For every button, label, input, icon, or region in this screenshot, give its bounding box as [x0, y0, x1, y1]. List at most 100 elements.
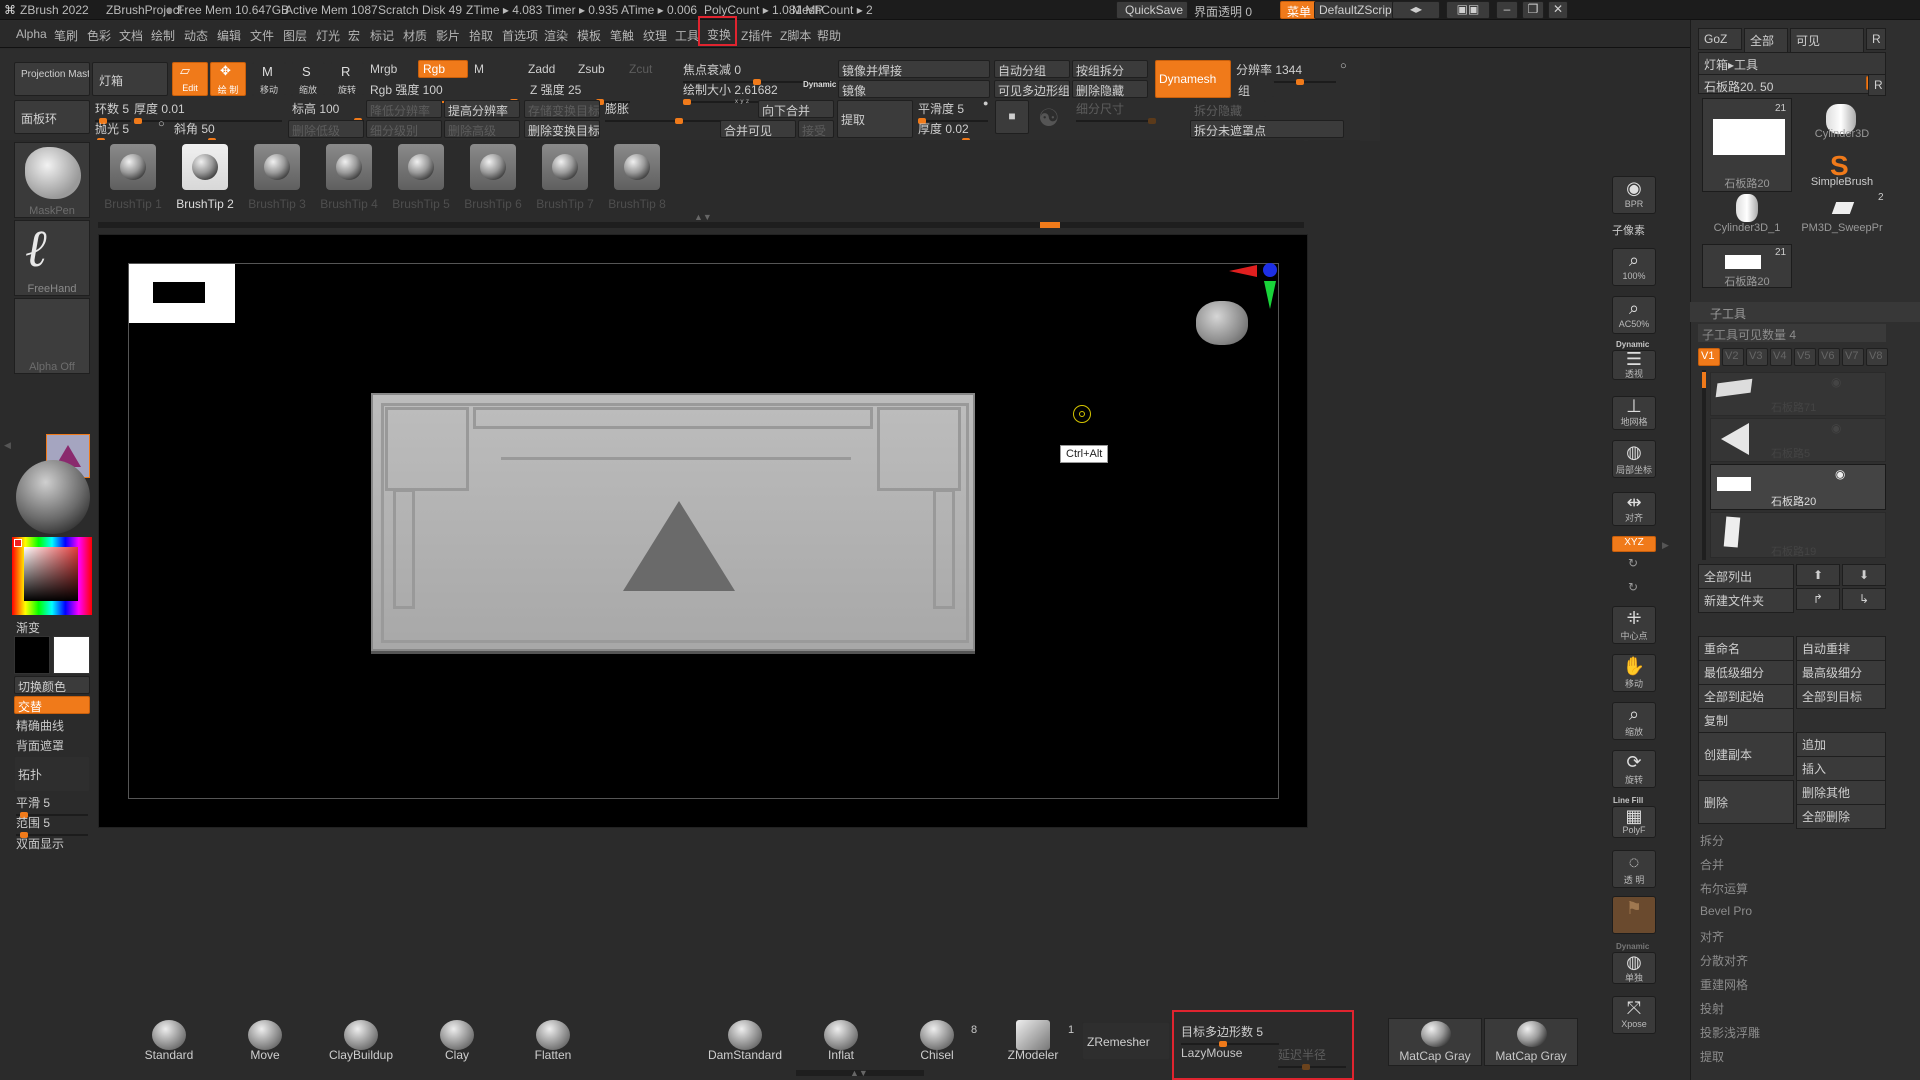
- highest-subdiv-button[interactable]: 最高级细分: [1796, 660, 1886, 685]
- rotate-z-icon[interactable]: ↻: [1628, 556, 1638, 570]
- brush-damstandard[interactable]: DamStandard: [700, 1018, 790, 1066]
- menu-movie[interactable]: 影片: [436, 27, 460, 44]
- subtool-eye-icon[interactable]: ◉: [1831, 375, 1841, 389]
- polish-slider[interactable]: 抛光 5: [95, 120, 167, 144]
- menu-zplugin[interactable]: Z插件: [741, 27, 772, 44]
- alternate-button[interactable]: 交替: [14, 696, 90, 714]
- menu-alpha[interactable]: Alpha: [16, 27, 47, 41]
- brushtip-6[interactable]: BrushTip 6: [458, 140, 528, 216]
- align-section[interactable]: 对齐: [1700, 928, 1724, 945]
- matcap-gray-1[interactable]: MatCap Gray: [1388, 1018, 1482, 1066]
- merge-visible-button[interactable]: 合并可见: [720, 120, 796, 138]
- menu-dynamics[interactable]: 动态: [184, 27, 208, 44]
- local-symmetry-button[interactable]: ◍ 局部坐标: [1612, 440, 1656, 478]
- xyz-axis-icon[interactable]: ˣ ʸ ᶻ: [735, 97, 749, 107]
- thickness2-slider[interactable]: 厚度 0.02: [918, 120, 988, 144]
- all-to-start-button[interactable]: 全部到起始: [1698, 684, 1794, 709]
- version-v8[interactable]: V8: [1866, 348, 1888, 366]
- z-intensity-slider[interactable]: Z 强度 25: [530, 81, 630, 105]
- lower-res-button[interactable]: 降低分辨率: [366, 100, 442, 118]
- brushtip-8[interactable]: BrushTip 8: [602, 140, 672, 216]
- y-axis-gizmo[interactable]: [1264, 281, 1276, 309]
- tool-thumb-cylinder3d[interactable]: Cylinder3D: [1796, 98, 1888, 158]
- subtool-item[interactable]: ◉ 石板路5: [1710, 418, 1886, 462]
- zoom-100-button[interactable]: ⌕ 100%: [1612, 248, 1656, 286]
- zremesher-button[interactable]: ZRemesher: [1082, 1022, 1170, 1060]
- current-tool-slider[interactable]: 石板路20. 50: [1698, 74, 1886, 94]
- menu-material[interactable]: 材质: [403, 27, 427, 44]
- polish-circle-icon[interactable]: ○: [158, 118, 165, 130]
- double-sided-label[interactable]: 双面显示: [16, 835, 64, 852]
- brush-move[interactable]: Move: [220, 1018, 310, 1066]
- viewport[interactable]: Ctrl+Alt: [98, 234, 1308, 828]
- gradient-label[interactable]: 渐变: [16, 619, 40, 636]
- secondary-color-swatch[interactable]: [53, 636, 90, 674]
- right-collapse-icon[interactable]: ▶: [1662, 540, 1669, 551]
- rgb-toggle[interactable]: Rgb: [418, 60, 468, 78]
- brushtip-5[interactable]: BrushTip 5: [386, 140, 456, 216]
- menu-layer[interactable]: 图层: [283, 27, 307, 44]
- dynamesh-button[interactable]: Dynamesh: [1155, 60, 1231, 98]
- lazymouse-toggle[interactable]: LazyMouse: [1181, 1046, 1242, 1060]
- goz-button[interactable]: GoZ: [1698, 28, 1742, 50]
- split-groups-button[interactable]: 按组拆分: [1072, 60, 1148, 78]
- transparency-button[interactable]: ◌ 透 明: [1612, 850, 1656, 888]
- zadd-toggle[interactable]: Zadd: [528, 62, 555, 76]
- m-toggle[interactable]: M: [474, 62, 484, 76]
- append-button[interactable]: 追加: [1796, 732, 1886, 757]
- auto-reorder-button[interactable]: 自动重排: [1796, 636, 1886, 661]
- visible-polygroup-button[interactable]: 可见多边形组: [994, 80, 1070, 98]
- delete-morph-button[interactable]: 删除变换目标: [524, 120, 600, 138]
- perspective-button[interactable]: ☰ 透视: [1612, 350, 1656, 380]
- subtool-scroll-thumb[interactable]: [1702, 372, 1706, 388]
- brushtip-3[interactable]: BrushTip 3: [242, 140, 312, 216]
- project-section[interactable]: 投射: [1700, 1000, 1724, 1017]
- lightbox-button[interactable]: 灯箱: [92, 62, 168, 96]
- interface-transparency-slider[interactable]: 界面透明 0: [1194, 3, 1252, 20]
- subtool-item[interactable]: 石板路19: [1710, 512, 1886, 558]
- freehand-stroke-button[interactable]: ℓ FreeHand: [14, 219, 90, 296]
- rotate-view-button[interactable]: ⟳ 旋转: [1612, 750, 1656, 788]
- target-polycount-slider[interactable]: 目标多边形数 5: [1181, 1023, 1279, 1047]
- menu-file[interactable]: 文件: [250, 27, 274, 44]
- new-folder-button[interactable]: 新建文件夹: [1698, 588, 1794, 613]
- move-up-icon[interactable]: ⬆: [1796, 564, 1840, 586]
- color-square[interactable]: [24, 547, 78, 601]
- brushtip-2[interactable]: BrushTip 2: [170, 140, 240, 216]
- menu-help[interactable]: 帮助: [817, 27, 841, 44]
- minimize-icon[interactable]: –: [1496, 1, 1518, 19]
- brush-flatten[interactable]: Flatten: [508, 1018, 598, 1066]
- topology-button[interactable]: 拓扑: [14, 756, 90, 792]
- menu-stencil[interactable]: 模板: [577, 27, 601, 44]
- menu-light[interactable]: 灯光: [316, 27, 340, 44]
- align-button[interactable]: ⇹ 对齐: [1612, 492, 1656, 526]
- close-icon[interactable]: ✕: [1548, 1, 1568, 19]
- merge-down-button[interactable]: 向下合并: [758, 100, 834, 118]
- layout-switch-icon[interactable]: ▣▣: [1446, 1, 1490, 19]
- menu-marker[interactable]: 标记: [370, 27, 394, 44]
- center-point-button[interactable]: ⁜ 中心点: [1612, 606, 1656, 644]
- delete-other-button[interactable]: 删除其他: [1796, 780, 1886, 805]
- menu-edit[interactable]: 编辑: [217, 27, 241, 44]
- tool-r-button[interactable]: R: [1868, 74, 1886, 96]
- delete-button[interactable]: 删除: [1698, 780, 1794, 824]
- split-section[interactable]: 拆分: [1700, 832, 1724, 849]
- color-marker[interactable]: [14, 539, 22, 547]
- zsub-toggle[interactable]: Zsub: [578, 62, 605, 76]
- dynamic-size-toggle[interactable]: Dynamic: [803, 80, 836, 89]
- distribute-section[interactable]: 分散对齐: [1700, 952, 1748, 969]
- higher-res-button[interactable]: 提高分辨率: [444, 100, 520, 118]
- xpose-button[interactable]: ⤧ Xpose: [1612, 996, 1656, 1034]
- extract-button[interactable]: 提取: [837, 100, 913, 138]
- ghost-button[interactable]: ⚑: [1612, 896, 1656, 934]
- yin-yang-icon[interactable]: ☯: [1038, 104, 1060, 133]
- shelf-scroll-thumb[interactable]: [1040, 222, 1060, 228]
- menu-zscript[interactable]: Z脚本: [780, 27, 811, 44]
- subtool-item-selected[interactable]: ◉ 石板路20: [1710, 464, 1886, 510]
- floor-button[interactable]: ⊥ 地网格: [1612, 396, 1656, 430]
- layout-arrows-icon[interactable]: ◂▸: [1392, 1, 1440, 19]
- main-color-swatch[interactable]: [14, 636, 50, 674]
- solo-button[interactable]: ◍ 单独: [1612, 952, 1656, 984]
- extract-section[interactable]: 提取: [1700, 1048, 1724, 1065]
- resolution-slider[interactable]: 分辨率 1344: [1236, 61, 1336, 85]
